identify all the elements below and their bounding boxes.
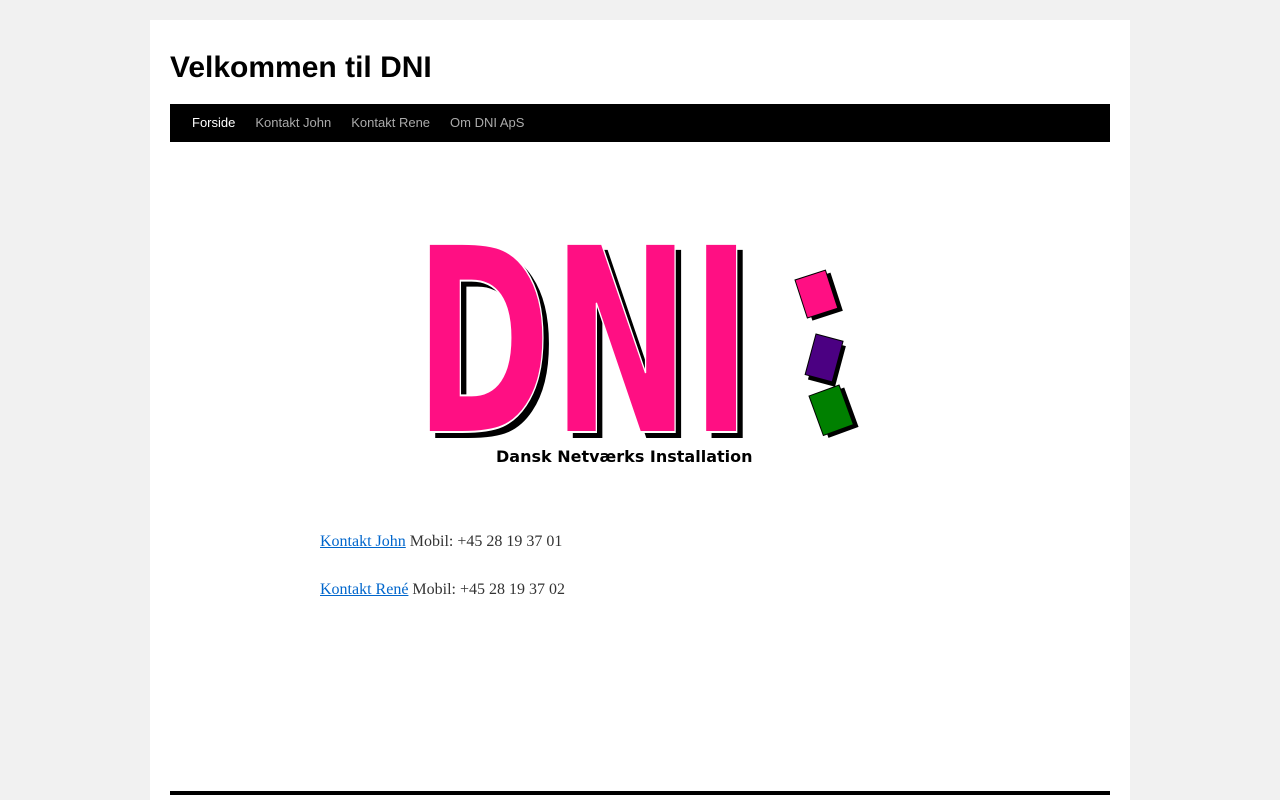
site-title[interactable]: Velkommen til DNI [170,50,432,86]
contact-john-phone: Mobil: +45 28 19 37 01 [409,533,563,550]
main-nav: Forside Kontakt John Kontakt Rene Om DNI… [170,104,1110,142]
contact-john-row: Kontakt John Mobil: +45 28 19 37 01 [320,532,562,552]
logo-square-pink [794,269,843,321]
logo-square-green [808,384,859,438]
contact-rene-phone: Mobil: +45 28 19 37 02 [412,581,566,598]
contact-john-link[interactable]: Kontakt John [320,533,406,550]
contact-rene-row: Kontakt René Mobil: +45 28 19 37 02 [320,580,565,600]
contact-rene-link[interactable]: Kontakt René [320,581,408,598]
logo-square-purple [804,333,846,387]
page-container: Velkommen til DNI Forside Kontakt John K… [150,20,1130,800]
nav-item-forside[interactable]: Forside [182,104,245,142]
footer-divider [170,791,1110,795]
logo-letters: DNI [414,200,752,470]
dni-logo: DNI DNI Dansk Netværks Installation [413,200,859,470]
logo-tagline: Dansk Netværks Installation [496,447,753,466]
nav-item-om-dni[interactable]: Om DNI ApS [440,104,534,142]
nav-item-kontakt-john[interactable]: Kontakt John [245,104,341,142]
nav-item-kontakt-rene[interactable]: Kontakt Rene [341,104,440,142]
